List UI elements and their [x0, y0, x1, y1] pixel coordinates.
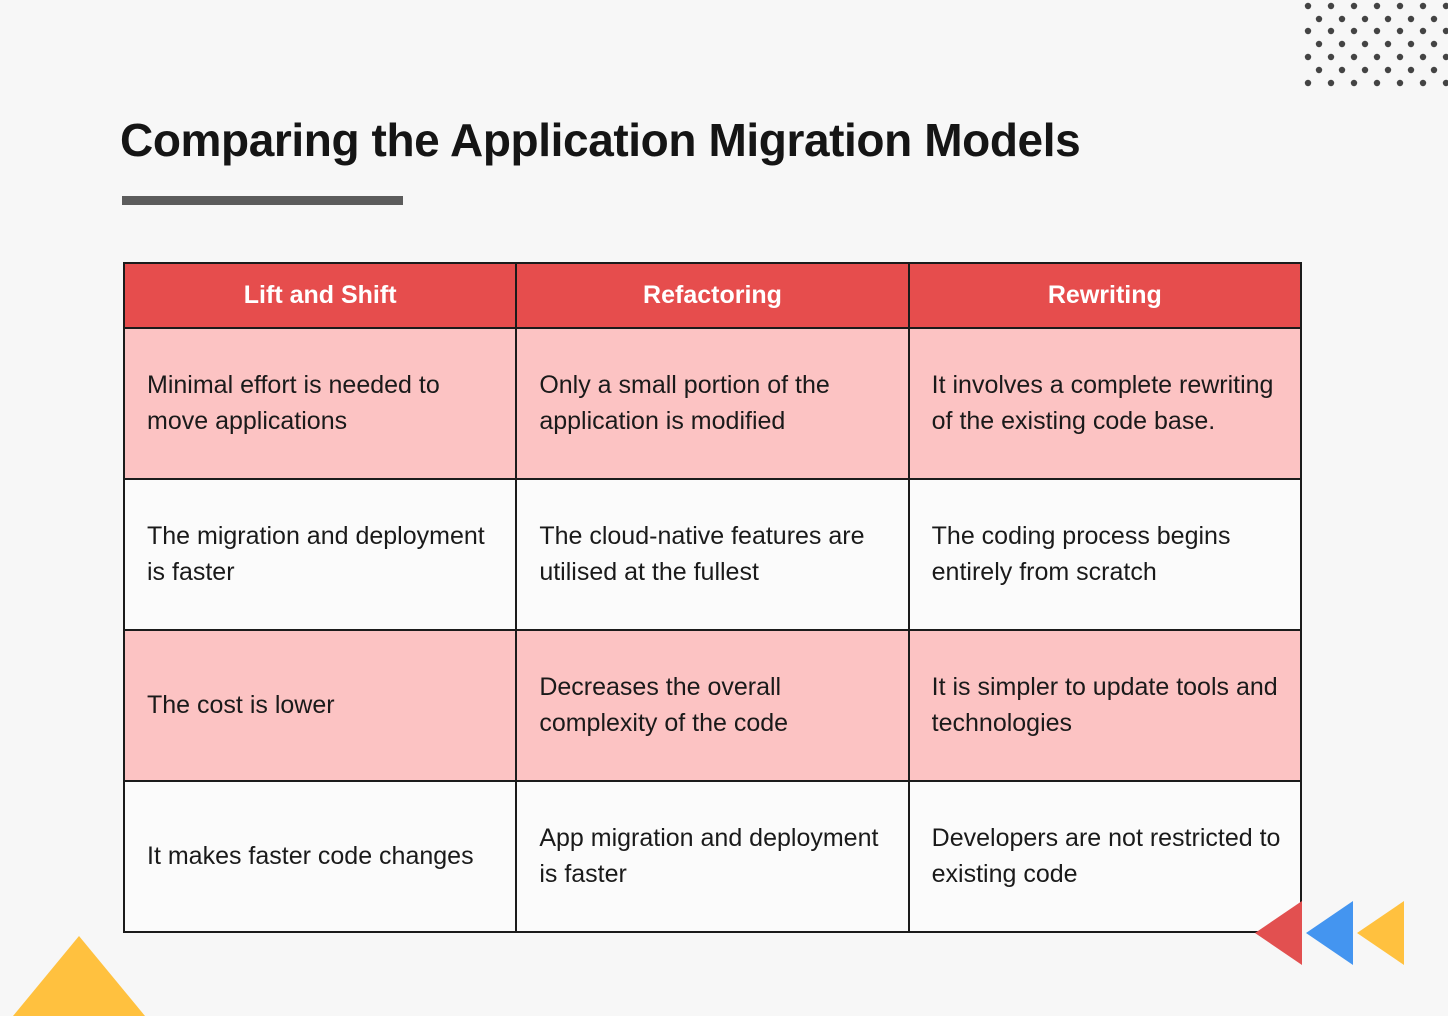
table-cell: Decreases the overall complexity of the …	[515, 629, 910, 782]
triangle-left-yellow-icon	[1357, 901, 1404, 965]
column-header-rewriting: Rewriting	[907, 262, 1303, 329]
table-cell: Developers are not restricted to existin…	[907, 780, 1303, 933]
table-cell: Minimal effort is needed to move applica…	[122, 327, 518, 480]
table-cell: The coding process begins entirely from …	[907, 478, 1303, 631]
table-row: It makes faster code changes App migrati…	[122, 780, 1303, 933]
table-cell: It involves a complete rewriting of the …	[907, 327, 1303, 480]
triangle-arrow-group	[1255, 901, 1425, 965]
triangle-left-blue-icon	[1306, 901, 1353, 965]
page-title: Comparing the Application Migration Mode…	[120, 114, 1081, 166]
table-row: The migration and deployment is faster T…	[122, 478, 1303, 631]
column-header-lift-and-shift: Lift and Shift	[122, 262, 518, 329]
triangle-left-red-icon	[1255, 901, 1302, 965]
table-cell: App migration and deployment is faster	[515, 780, 910, 933]
comparison-table: Lift and Shift Refactoring Rewriting Min…	[122, 262, 1303, 933]
column-header-refactoring: Refactoring	[515, 262, 910, 329]
table-cell: The migration and deployment is faster	[122, 478, 518, 631]
triangle-up-yellow-icon	[13, 936, 145, 1016]
table-row: The cost is lower Decreases the overall …	[122, 629, 1303, 782]
table-header-row: Lift and Shift Refactoring Rewriting	[122, 262, 1303, 329]
table-cell: The cost is lower	[122, 629, 518, 782]
dot-grid-icon	[1304, 2, 1448, 87]
table-cell: It is simpler to update tools and techno…	[907, 629, 1303, 782]
table-cell: Only a small portion of the application …	[515, 327, 910, 480]
title-underline-rule	[122, 196, 403, 205]
table-cell: It makes faster code changes	[122, 780, 518, 933]
comparison-table-container: Lift and Shift Refactoring Rewriting Min…	[122, 262, 1303, 933]
table-cell: The cloud-native features are utilised a…	[515, 478, 910, 631]
table-row: Minimal effort is needed to move applica…	[122, 327, 1303, 480]
